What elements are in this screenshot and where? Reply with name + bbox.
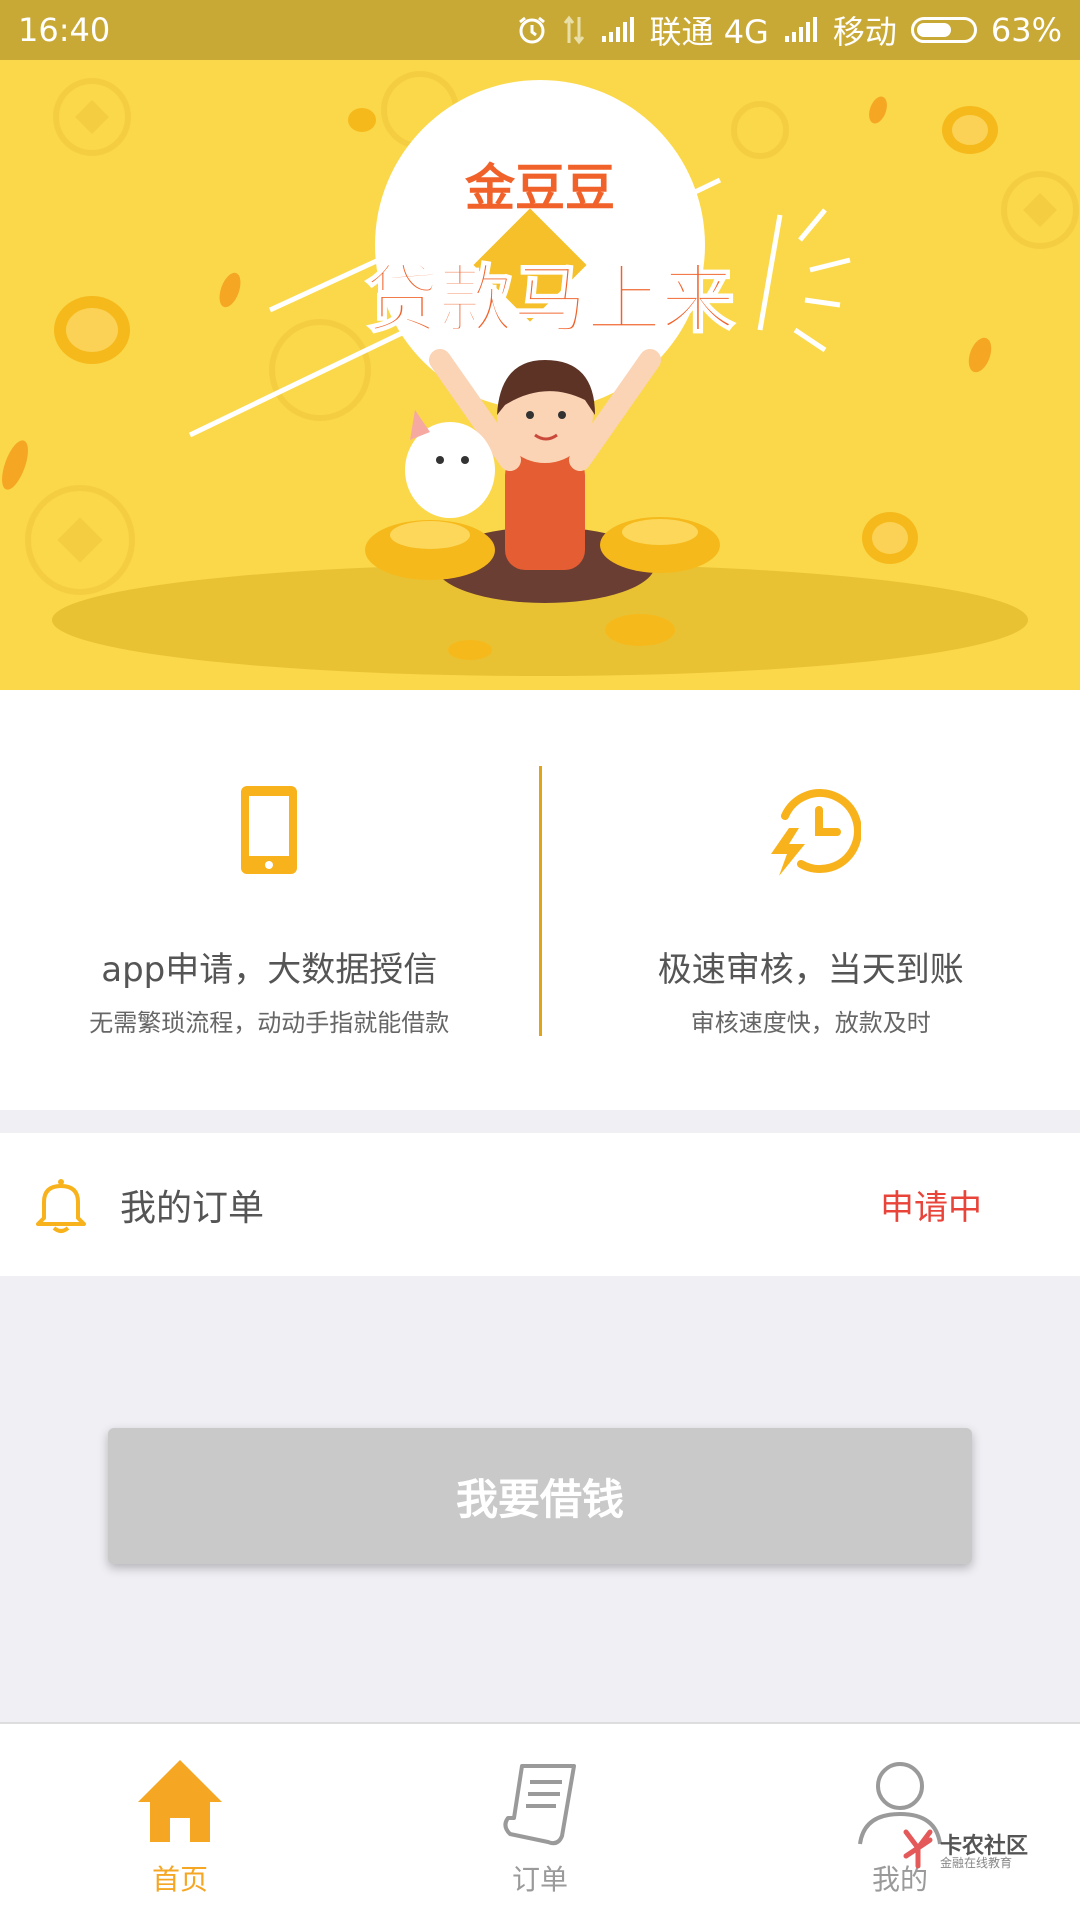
nav-home[interactable]: 首页	[0, 1724, 360, 1920]
battery-percent: 63%	[990, 11, 1062, 49]
feature-title: 极速审核，当天到账	[657, 950, 964, 990]
orders-icon	[503, 1764, 576, 1846]
status-time: 16:40	[18, 11, 111, 49]
fast-clock-icon	[770, 789, 861, 876]
home-icon	[138, 1760, 222, 1842]
feature-app-apply: app申请，大数据授信 无需繁琐流程，动动手指就能借款	[0, 690, 539, 1110]
watermark-logo-icon	[903, 1829, 933, 1869]
my-orders-row[interactable]: 我的订单 申请中	[0, 1133, 1080, 1276]
nav-profile[interactable]: 我的	[720, 1724, 1080, 1920]
feature-subtitle: 无需繁琐流程，动动手指就能借款	[89, 1009, 450, 1037]
bottom-nav: 首页 订单 我的	[0, 1722, 1080, 1920]
borrow-money-button[interactable]: 我要借钱	[108, 1428, 972, 1564]
order-status: 申请中	[880, 1188, 982, 1228]
features-section: app申请，大数据授信 无需繁琐流程，动动手指就能借款 极速审核，当天到账 审核…	[0, 690, 1080, 1110]
phone-icon	[241, 786, 298, 874]
nav-label-home: 首页	[151, 1863, 208, 1896]
data-transfer-icon	[562, 15, 586, 45]
signal-icon	[783, 16, 819, 44]
battery-icon	[910, 17, 977, 43]
my-orders-label: 我的订单	[120, 1187, 265, 1229]
bell-icon	[36, 1178, 86, 1233]
signal-icon	[600, 16, 636, 44]
status-icons: 联通 4G 移动 63%	[516, 7, 1062, 53]
status-bar: 16:40 联通 4G 移动 63%	[0, 0, 1080, 60]
nav-orders[interactable]: 订单	[360, 1724, 720, 1920]
banner-slogan: 贷款马上来	[365, 257, 735, 343]
feature-fast-review: 极速审核，当天到账 审核速度快，放款及时	[542, 690, 1080, 1110]
banner-brand: 金豆豆	[465, 159, 615, 217]
watermark: 卡农社区 金融在线教育	[900, 1826, 1040, 1876]
feature-subtitle: 审核速度快，放款及时	[690, 1009, 931, 1037]
nav-label-orders: 订单	[511, 1863, 568, 1896]
carrier-1: 联通 4G	[649, 13, 769, 51]
alarm-icon	[516, 14, 548, 46]
watermark-subtitle: 金融在线教育	[940, 1856, 1013, 1870]
promo-banner[interactable]: 金豆豆 贷款马上来	[0, 60, 1080, 690]
feature-title: app申请，大数据授信	[101, 950, 438, 990]
carrier-2: 移动	[832, 13, 897, 51]
